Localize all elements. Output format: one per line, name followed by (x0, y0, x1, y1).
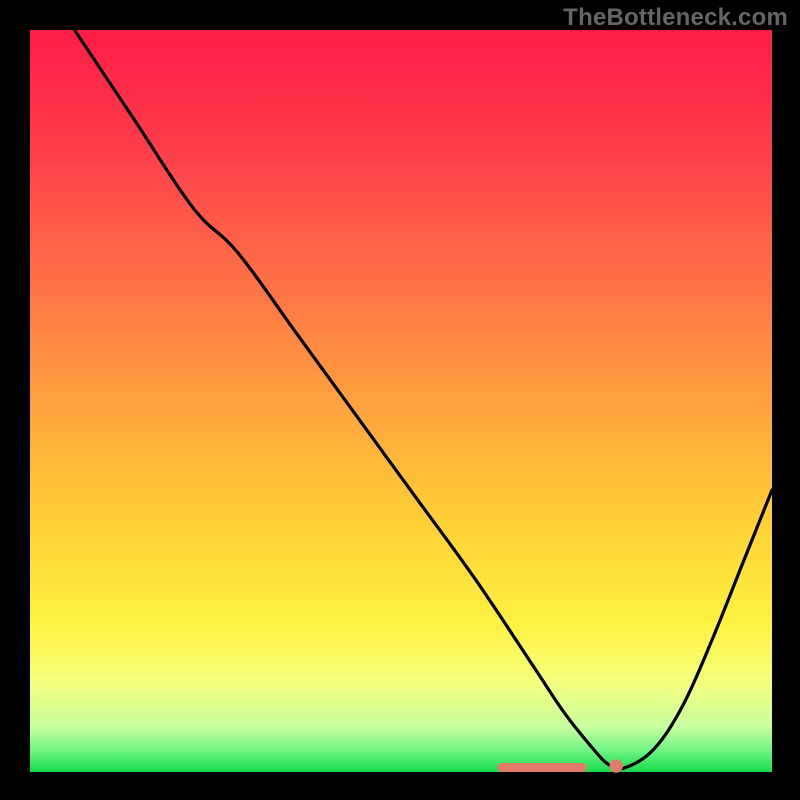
trough-pill-marker (497, 763, 586, 772)
chart-stage: TheBottleneck.com (0, 0, 800, 800)
chart-svg (0, 0, 800, 800)
trough-dot-marker (610, 759, 623, 772)
plot-background (30, 30, 772, 772)
